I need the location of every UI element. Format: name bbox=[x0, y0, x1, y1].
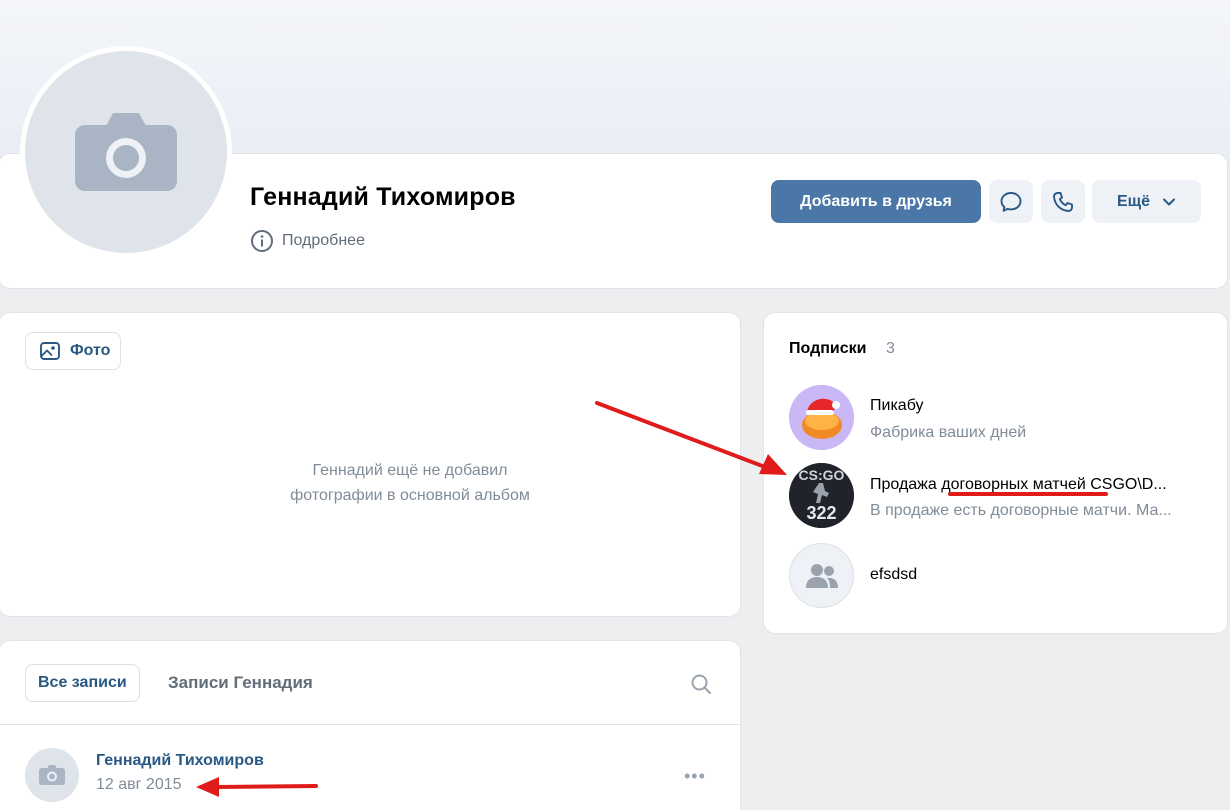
subscription-name-pikabu[interactable]: Пикабу bbox=[870, 397, 924, 415]
post-author-avatar[interactable] bbox=[25, 748, 79, 802]
more-actions-label: Ещё bbox=[1116, 192, 1151, 210]
image-icon bbox=[40, 342, 60, 360]
highlighted-phrase: договорных матчей bbox=[941, 476, 1086, 493]
annotation-underline bbox=[948, 492, 1108, 496]
group-icon bbox=[805, 563, 838, 588]
search-icon[interactable] bbox=[689, 672, 713, 696]
photos-empty-message: Геннадий ещё не добавил фотографии в осн… bbox=[290, 462, 530, 504]
pikabu-logo-icon bbox=[789, 385, 854, 450]
call-button[interactable] bbox=[1041, 180, 1085, 223]
posts-divider bbox=[0, 724, 741, 725]
phone-icon bbox=[1053, 191, 1073, 212]
profile-avatar[interactable] bbox=[20, 46, 232, 258]
subscriptions-count: 3 bbox=[886, 340, 895, 357]
message-icon bbox=[1000, 191, 1022, 212]
profile-name: Геннадий Тихомиров bbox=[250, 183, 516, 211]
post-author-name[interactable]: Геннадий Тихомиров bbox=[96, 752, 264, 770]
photos-tab[interactable]: Фото bbox=[25, 332, 122, 370]
more-actions-button[interactable]: Ещё bbox=[1092, 180, 1201, 223]
subscriptions-title[interactable]: Подписки bbox=[789, 340, 866, 358]
csgo-logo-top-text: CS:GO bbox=[798, 467, 845, 483]
subscription-name-efsdsd[interactable]: efsdsd bbox=[870, 566, 917, 584]
tab-gennady-posts[interactable]: Записи Геннадия bbox=[168, 673, 313, 693]
camera-icon bbox=[75, 113, 177, 191]
photos-tab-label: Фото bbox=[70, 342, 111, 359]
add-friend-button[interactable]: Добавить в друзья bbox=[771, 180, 981, 223]
chevron-down-icon bbox=[1163, 198, 1176, 205]
subscription-desc-pikabu: Фабрика ваших дней bbox=[870, 424, 1027, 441]
info-icon bbox=[251, 230, 273, 252]
camera-icon bbox=[39, 765, 65, 785]
post-date[interactable]: 12 авг 2015 bbox=[96, 776, 182, 794]
more-info-link[interactable]: Подробнее bbox=[250, 229, 365, 253]
subscription-avatar-pikabu[interactable] bbox=[789, 385, 854, 450]
more-info-label: Подробнее bbox=[282, 232, 365, 249]
post-menu-button[interactable]: ••• bbox=[684, 766, 706, 787]
subscription-desc-csgo: В продаже есть договорные матчи. Ма... bbox=[870, 502, 1172, 519]
subscription-avatar-csgo[interactable]: CS:GO 322 bbox=[789, 463, 854, 528]
message-button[interactable] bbox=[989, 180, 1033, 223]
tab-all-posts[interactable]: Все записи bbox=[25, 664, 140, 702]
subscription-avatar-efsdsd[interactable] bbox=[789, 543, 854, 608]
csgo-logo-bottom-text: 322 bbox=[806, 503, 837, 523]
